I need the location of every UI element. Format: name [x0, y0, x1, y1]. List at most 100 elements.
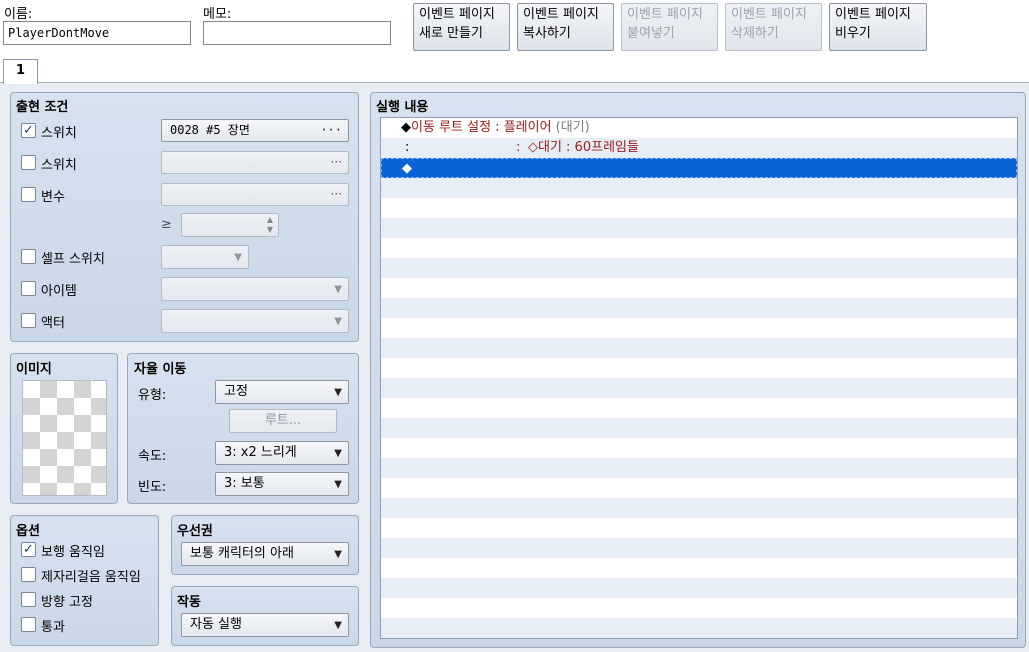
switch1-checkbox[interactable]: ✓ [21, 123, 36, 138]
options-title: 옵션 [16, 524, 40, 539]
switch1-select[interactable]: 0028 #5 장면 ··· [161, 119, 349, 142]
name-input[interactable]: PlayerDontMove [3, 21, 191, 45]
list-row[interactable] [381, 198, 1017, 218]
switch2-checkbox[interactable] [21, 155, 36, 170]
variable-select[interactable]: ··· [161, 183, 349, 206]
list-row[interactable] [381, 558, 1017, 578]
clear-page-button[interactable]: 이벤트 페이지 비우기 [829, 3, 927, 51]
list-row[interactable] [381, 598, 1017, 618]
option-through-checkbox[interactable] [21, 617, 36, 632]
list-row[interactable] [381, 478, 1017, 498]
memo-input[interactable] [203, 21, 391, 45]
command-name: ◇대기 : 60프레임들 [528, 140, 639, 155]
list-row[interactable] [381, 178, 1017, 198]
spin-up-icon[interactable]: ▲ [267, 215, 273, 225]
list-row[interactable] [381, 398, 1017, 418]
list-row[interactable] [381, 538, 1017, 558]
trigger-title: 작동 [177, 595, 201, 610]
diamond-icon: ◆ [402, 161, 412, 176]
speed-value: 3: x2 느리게 [224, 445, 297, 460]
delete-page-button[interactable]: 이벤트 페이지 삭제하기 [725, 3, 822, 51]
item-label: 아이템 [41, 284, 77, 299]
command-list[interactable]: ◆이동 루트 설정 : 플레이어 (대기) :: ◇대기 : 60프레임들 ◆ [380, 117, 1018, 639]
type-value: 고정 [224, 384, 248, 399]
self-switch-checkbox[interactable] [21, 249, 36, 264]
priority-value: 보통 캐릭터의 아래 [190, 546, 294, 561]
command-target: 플레이어 [503, 120, 552, 135]
button-line: 삭제하기 [731, 26, 779, 41]
image-title: 이미지 [16, 362, 52, 377]
list-row[interactable] [381, 578, 1017, 598]
switch2-select[interactable]: ··· [161, 151, 349, 174]
command-line[interactable]: :: ◇대기 : 60프레임들 [381, 138, 1017, 158]
list-row[interactable] [381, 278, 1017, 298]
list-row[interactable] [381, 298, 1017, 318]
list-row[interactable] [381, 378, 1017, 398]
button-line: 이벤트 페이지 [627, 7, 703, 22]
variable-checkbox[interactable] [21, 187, 36, 202]
list-row[interactable] [381, 258, 1017, 278]
autonomous-title: 자율 이동 [134, 362, 187, 377]
ellipsis-icon: ··· [330, 187, 342, 201]
list-row[interactable] [381, 338, 1017, 358]
priority-select[interactable]: 보통 캐릭터의 아래 ▼ [181, 542, 349, 566]
command-line-selected[interactable]: ◆ [381, 158, 1017, 178]
actor-checkbox[interactable] [21, 313, 36, 328]
option-stepping-checkbox[interactable] [21, 567, 36, 582]
actor-label: 액터 [41, 316, 65, 331]
list-row[interactable] [381, 458, 1017, 478]
option-through-label: 통과 [41, 620, 65, 635]
button-line: 이벤트 페이지 [419, 7, 495, 22]
actor-select[interactable]: ▼ [161, 309, 349, 333]
trigger-select[interactable]: 자동 실행 ▼ [181, 613, 349, 637]
new-page-button[interactable]: 이벤트 페이지 새로 만들기 [413, 3, 510, 51]
check-icon: ✓ [23, 123, 34, 138]
route-button[interactable]: 루트... [229, 409, 337, 433]
spin-down-icon[interactable]: ▼ [267, 225, 273, 235]
button-line: 이벤트 페이지 [731, 7, 807, 22]
event-image-preview[interactable] [22, 380, 107, 496]
command-extra: (대기) [551, 120, 590, 135]
option-direction-fix-label: 방향 고정 [41, 595, 93, 610]
freq-value: 3: 보통 [224, 476, 265, 491]
self-switch-select[interactable]: ▼ [161, 245, 249, 269]
tab-page-1[interactable]: 1 [3, 59, 38, 84]
speed-select[interactable]: 3: x2 느리게 ▼ [215, 441, 349, 465]
list-row[interactable] [381, 318, 1017, 338]
list-row[interactable] [381, 438, 1017, 458]
variable-value-stepper[interactable]: ▲ ▼ [181, 213, 279, 237]
button-line: 이벤트 페이지 [835, 7, 911, 22]
type-label: 유형: [138, 388, 167, 403]
chevron-down-icon: ▼ [334, 479, 342, 490]
option-walking-checkbox[interactable]: ✓ [21, 542, 36, 557]
button-line: 붙여넣기 [627, 26, 675, 41]
name-label: 이름: [4, 7, 33, 22]
memo-label: 메모: [203, 7, 232, 22]
compare-symbol: ≥ [161, 217, 172, 232]
switch2-label: 스위치 [41, 158, 77, 173]
button-line: 비우기 [835, 26, 871, 41]
option-walking-label: 보행 움직임 [41, 545, 105, 560]
list-row[interactable] [381, 358, 1017, 378]
speed-label: 속도: [138, 449, 167, 464]
copy-page-button[interactable]: 이벤트 페이지 복사하기 [517, 3, 614, 51]
switch1-label: 스위치 [41, 126, 77, 141]
paste-page-button[interactable]: 이벤트 페이지 붙여넣기 [621, 3, 718, 51]
option-direction-fix-checkbox[interactable] [21, 592, 36, 607]
list-row[interactable] [381, 618, 1017, 638]
item-select[interactable]: ▼ [161, 277, 349, 301]
item-checkbox[interactable] [21, 281, 36, 296]
freq-select[interactable]: 3: 보통 ▼ [215, 472, 349, 496]
type-select[interactable]: 고정 ▼ [215, 380, 349, 404]
diamond-icon: ◆ [401, 120, 411, 135]
chevron-down-icon: ▼ [334, 448, 342, 459]
trigger-value: 자동 실행 [190, 617, 242, 632]
freq-label: 빈도: [138, 480, 167, 495]
list-row[interactable] [381, 418, 1017, 438]
list-row[interactable] [381, 238, 1017, 258]
list-row[interactable] [381, 498, 1017, 518]
self-switch-label: 셀프 스위치 [41, 252, 105, 267]
list-row[interactable] [381, 518, 1017, 538]
list-row[interactable] [381, 218, 1017, 238]
command-line[interactable]: ◆이동 루트 설정 : 플레이어 (대기) [381, 118, 1017, 138]
